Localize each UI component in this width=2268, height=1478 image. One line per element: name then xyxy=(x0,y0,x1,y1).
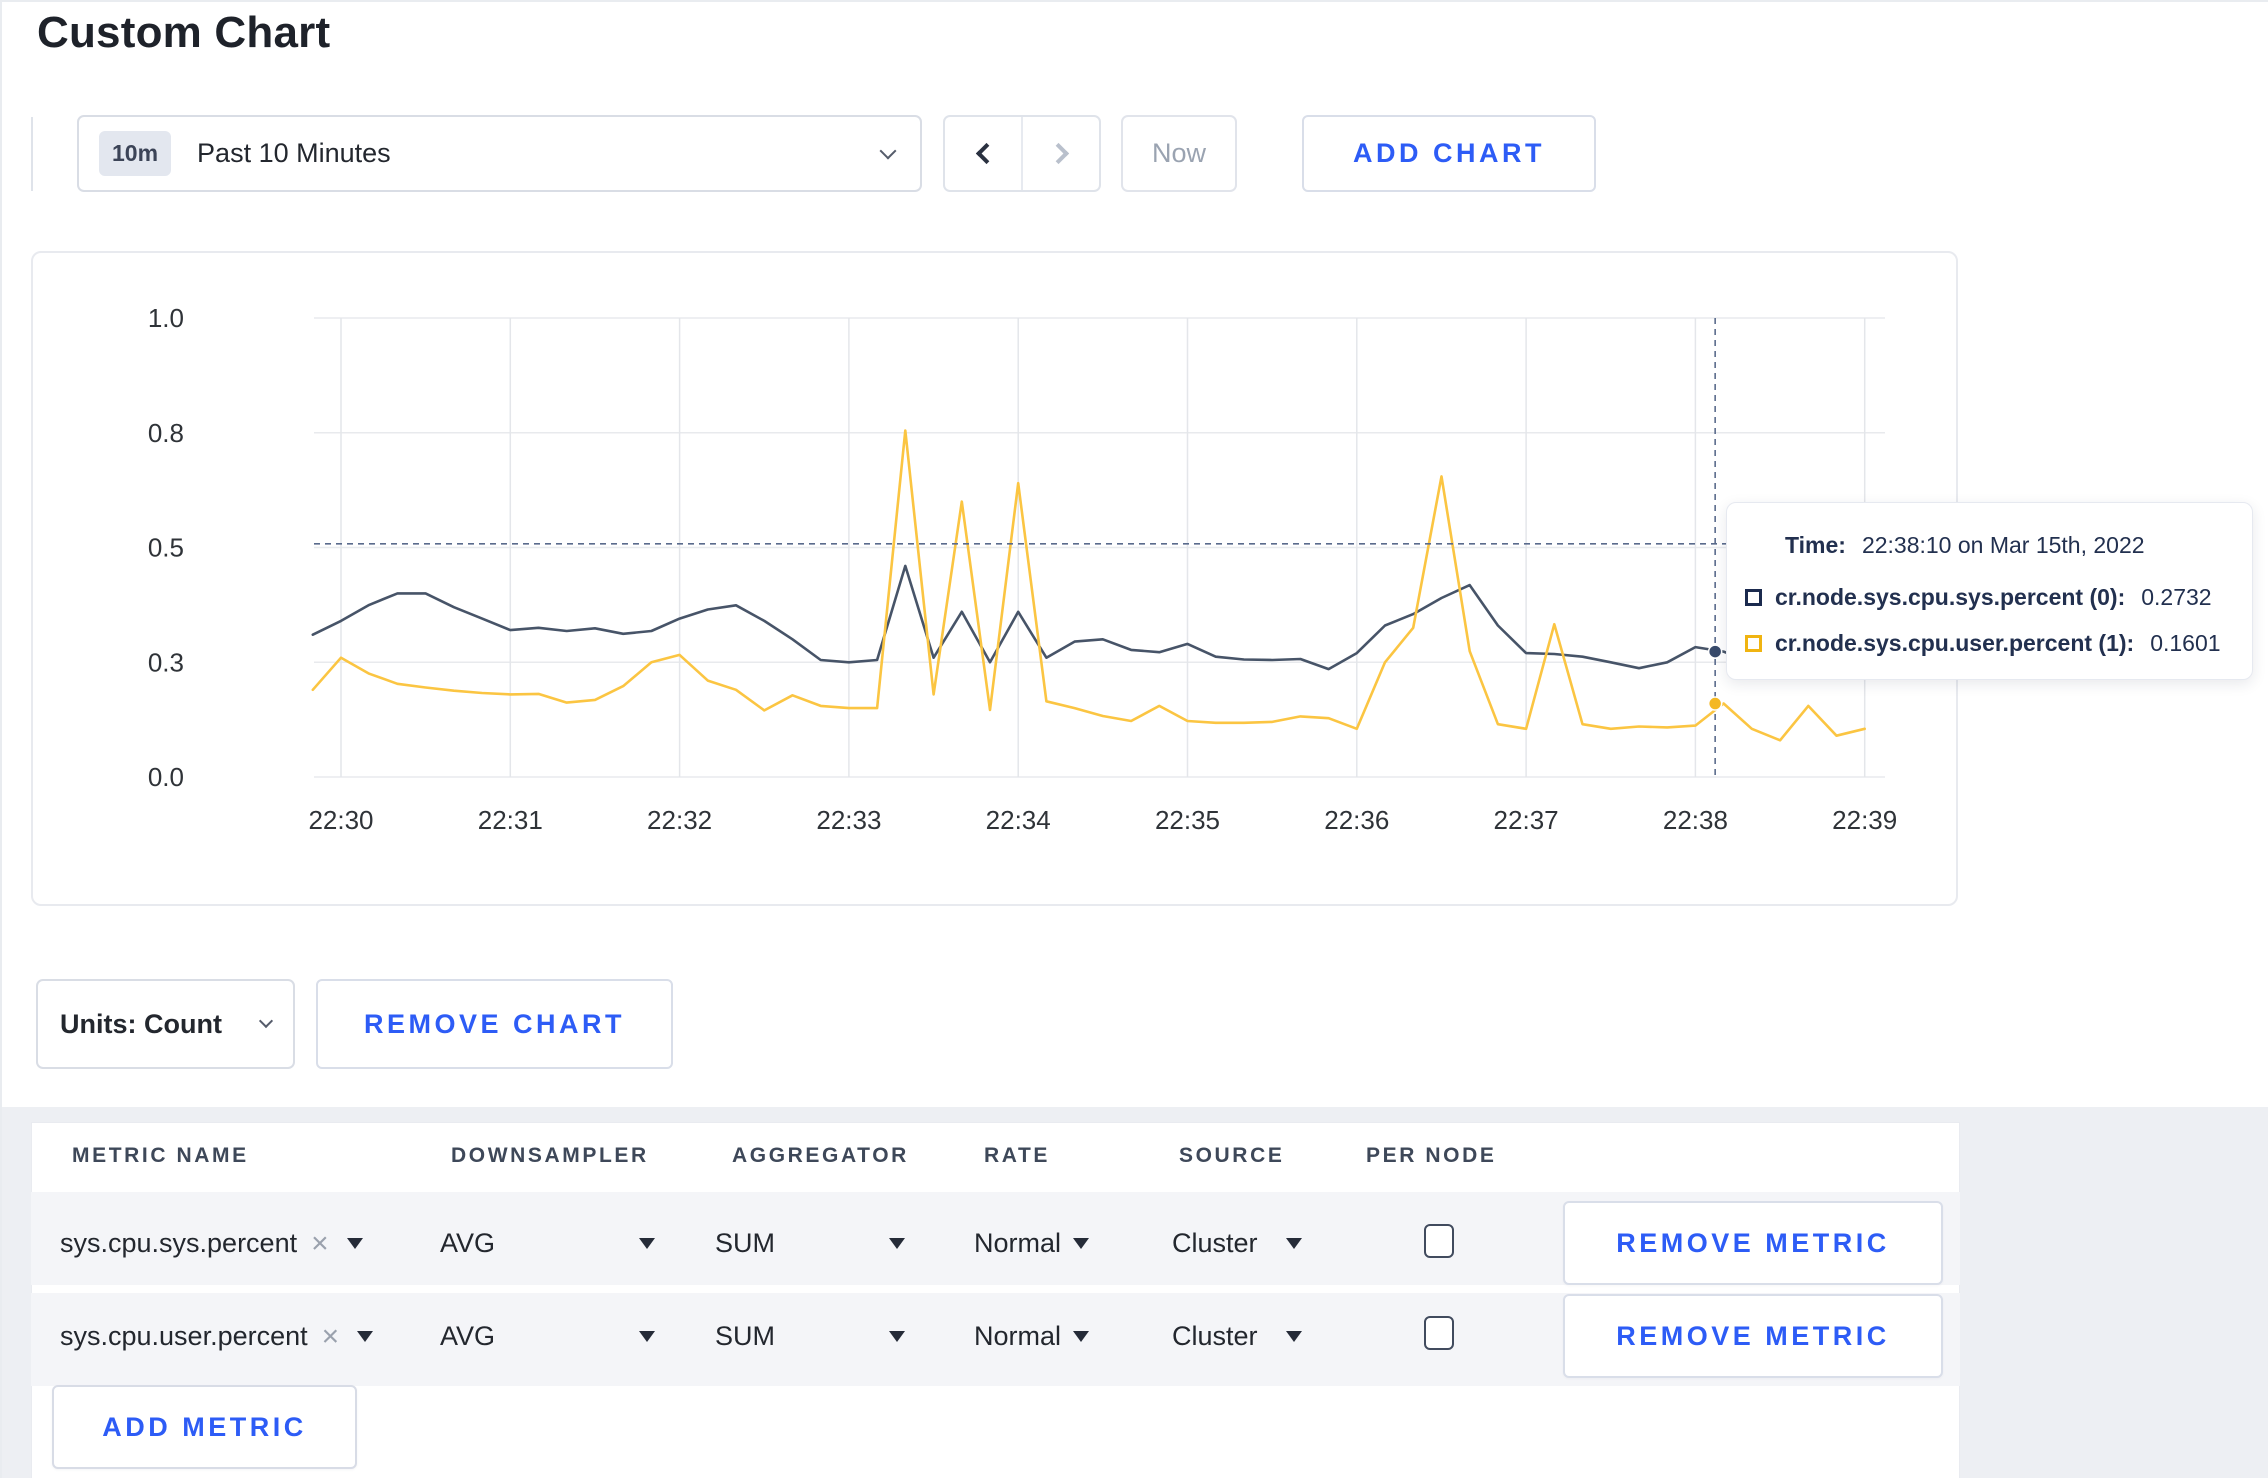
per-node-checkbox[interactable] xyxy=(1424,1224,1454,1258)
tooltip-series-row: cr.node.sys.cpu.sys.percent (0): 0.2732 xyxy=(1745,581,2238,613)
downsampler-value: AVG xyxy=(440,1321,496,1351)
metric-name-cell[interactable]: sys.cpu.sys.percent × xyxy=(60,1228,363,1259)
tooltip-time-row: Time: 22:38:10 on Mar 15th, 2022 xyxy=(1785,529,2238,561)
metric-name: sys.cpu.sys.percent xyxy=(60,1228,298,1258)
step-back-button[interactable] xyxy=(945,117,1021,190)
add-chart-button[interactable]: ADD CHART xyxy=(1302,115,1596,192)
user-series-swatch-icon xyxy=(1745,634,1762,652)
chevron-down-icon xyxy=(258,1013,274,1029)
chart-tooltip: Time: 22:38:10 on Mar 15th, 2022 cr.node… xyxy=(1726,502,2253,680)
col-header-downsampler: DOWNSAMPLER xyxy=(451,1144,649,1167)
col-header-aggregator: AGGREGATOR xyxy=(732,1144,909,1167)
aggregator-select[interactable]: SUM xyxy=(715,1228,905,1259)
rate-value: Normal xyxy=(974,1228,1062,1258)
rate-value: Normal xyxy=(974,1321,1062,1351)
tooltip-series-label: cr.node.sys.cpu.sys.percent (0): xyxy=(1775,583,2126,610)
chevron-right-icon xyxy=(1047,142,1069,165)
source-select[interactable]: Cluster xyxy=(1172,1321,1302,1352)
now-button[interactable]: Now xyxy=(1121,115,1237,192)
rate-select[interactable]: Normal xyxy=(974,1321,1089,1352)
tooltip-series-value: 0.2732 xyxy=(2141,583,2212,610)
caret-down-icon xyxy=(639,1331,655,1342)
sys-series-swatch-icon xyxy=(1745,588,1762,606)
add-metric-button[interactable]: ADD METRIC xyxy=(52,1385,357,1469)
aggregator-value: SUM xyxy=(715,1228,775,1258)
source-value: Cluster xyxy=(1172,1321,1258,1351)
caret-down-icon xyxy=(1286,1331,1302,1342)
time-window-label: Past 10 Minutes xyxy=(197,138,391,168)
downsampler-select[interactable]: AVG xyxy=(440,1321,655,1352)
source-select[interactable]: Cluster xyxy=(1172,1228,1302,1259)
caret-down-icon xyxy=(1073,1331,1089,1342)
remove-metric-button[interactable]: REMOVE METRIC xyxy=(1563,1294,1943,1378)
units-select[interactable]: Units: Count xyxy=(36,979,295,1069)
per-node-checkbox[interactable] xyxy=(1424,1316,1454,1350)
downsampler-select[interactable]: AVG xyxy=(440,1228,655,1259)
caret-down-icon xyxy=(1286,1238,1302,1249)
metric-name-cell[interactable]: sys.cpu.user.percent × xyxy=(60,1321,374,1352)
time-step-controls xyxy=(943,115,1101,192)
remove-metric-button[interactable]: REMOVE METRIC xyxy=(1563,1201,1943,1285)
source-value: Cluster xyxy=(1172,1228,1258,1258)
aggregator-value: SUM xyxy=(715,1321,775,1351)
caret-down-icon xyxy=(1073,1238,1089,1249)
col-header-rate: RATE xyxy=(984,1144,1051,1167)
time-window-badge: 10m xyxy=(99,131,172,176)
toolbar-divider xyxy=(31,117,33,191)
caret-down-icon xyxy=(889,1238,905,1249)
caret-down-icon[interactable] xyxy=(346,1238,363,1249)
caret-down-icon xyxy=(889,1331,905,1342)
aggregator-select[interactable]: SUM xyxy=(715,1321,905,1352)
time-window-select[interactable]: 10m Past 10 Minutes xyxy=(77,115,922,192)
col-header-metric-name: METRIC NAME xyxy=(72,1144,249,1167)
close-icon[interactable]: × xyxy=(322,1321,340,1352)
step-forward-button[interactable] xyxy=(1021,117,1099,190)
col-header-source: SOURCE xyxy=(1179,1144,1285,1167)
metric-name: sys.cpu.user.percent xyxy=(60,1321,308,1351)
downsampler-value: AVG xyxy=(440,1228,496,1258)
caret-down-icon xyxy=(639,1238,655,1249)
tooltip-time-value: 22:38:10 on Mar 15th, 2022 xyxy=(1861,531,2145,558)
remove-chart-button[interactable]: REMOVE CHART xyxy=(316,979,673,1069)
tooltip-series-row: cr.node.sys.cpu.user.percent (1): 0.1601 xyxy=(1745,627,2238,659)
close-icon[interactable]: × xyxy=(311,1228,329,1259)
tooltip-time-label: Time: xyxy=(1785,531,1846,558)
tooltip-series-label: cr.node.sys.cpu.user.percent (1): xyxy=(1775,629,2135,656)
page-title: Custom Chart xyxy=(37,8,331,57)
caret-down-icon[interactable] xyxy=(357,1331,374,1342)
units-label: Units: Count xyxy=(60,1008,222,1039)
rate-select[interactable]: Normal xyxy=(974,1228,1089,1259)
chart-card xyxy=(31,251,1958,906)
col-header-per-node: PER NODE xyxy=(1366,1144,1497,1167)
chevron-down-icon xyxy=(879,142,897,159)
tooltip-series-value: 0.1601 xyxy=(2150,629,2221,656)
chevron-left-icon xyxy=(975,142,997,165)
